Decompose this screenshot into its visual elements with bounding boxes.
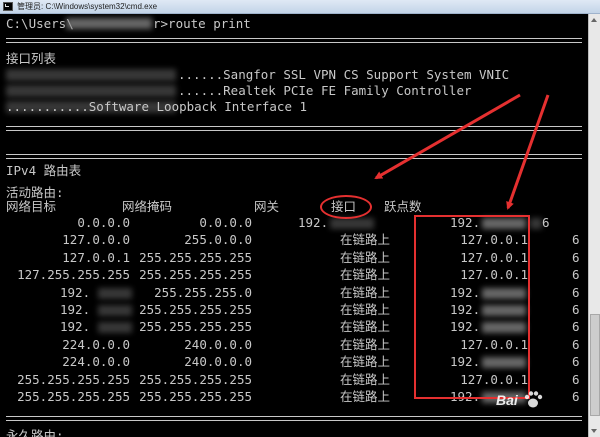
arrow-to-interface-header: [374, 93, 521, 180]
arrow-to-interface-values: [506, 94, 550, 210]
baidu-watermark: Bai: [496, 386, 582, 416]
annotation-arrows: [374, 93, 550, 210]
watermark-text: Bai: [496, 392, 518, 408]
baidu-paw-icon: [524, 391, 543, 408]
